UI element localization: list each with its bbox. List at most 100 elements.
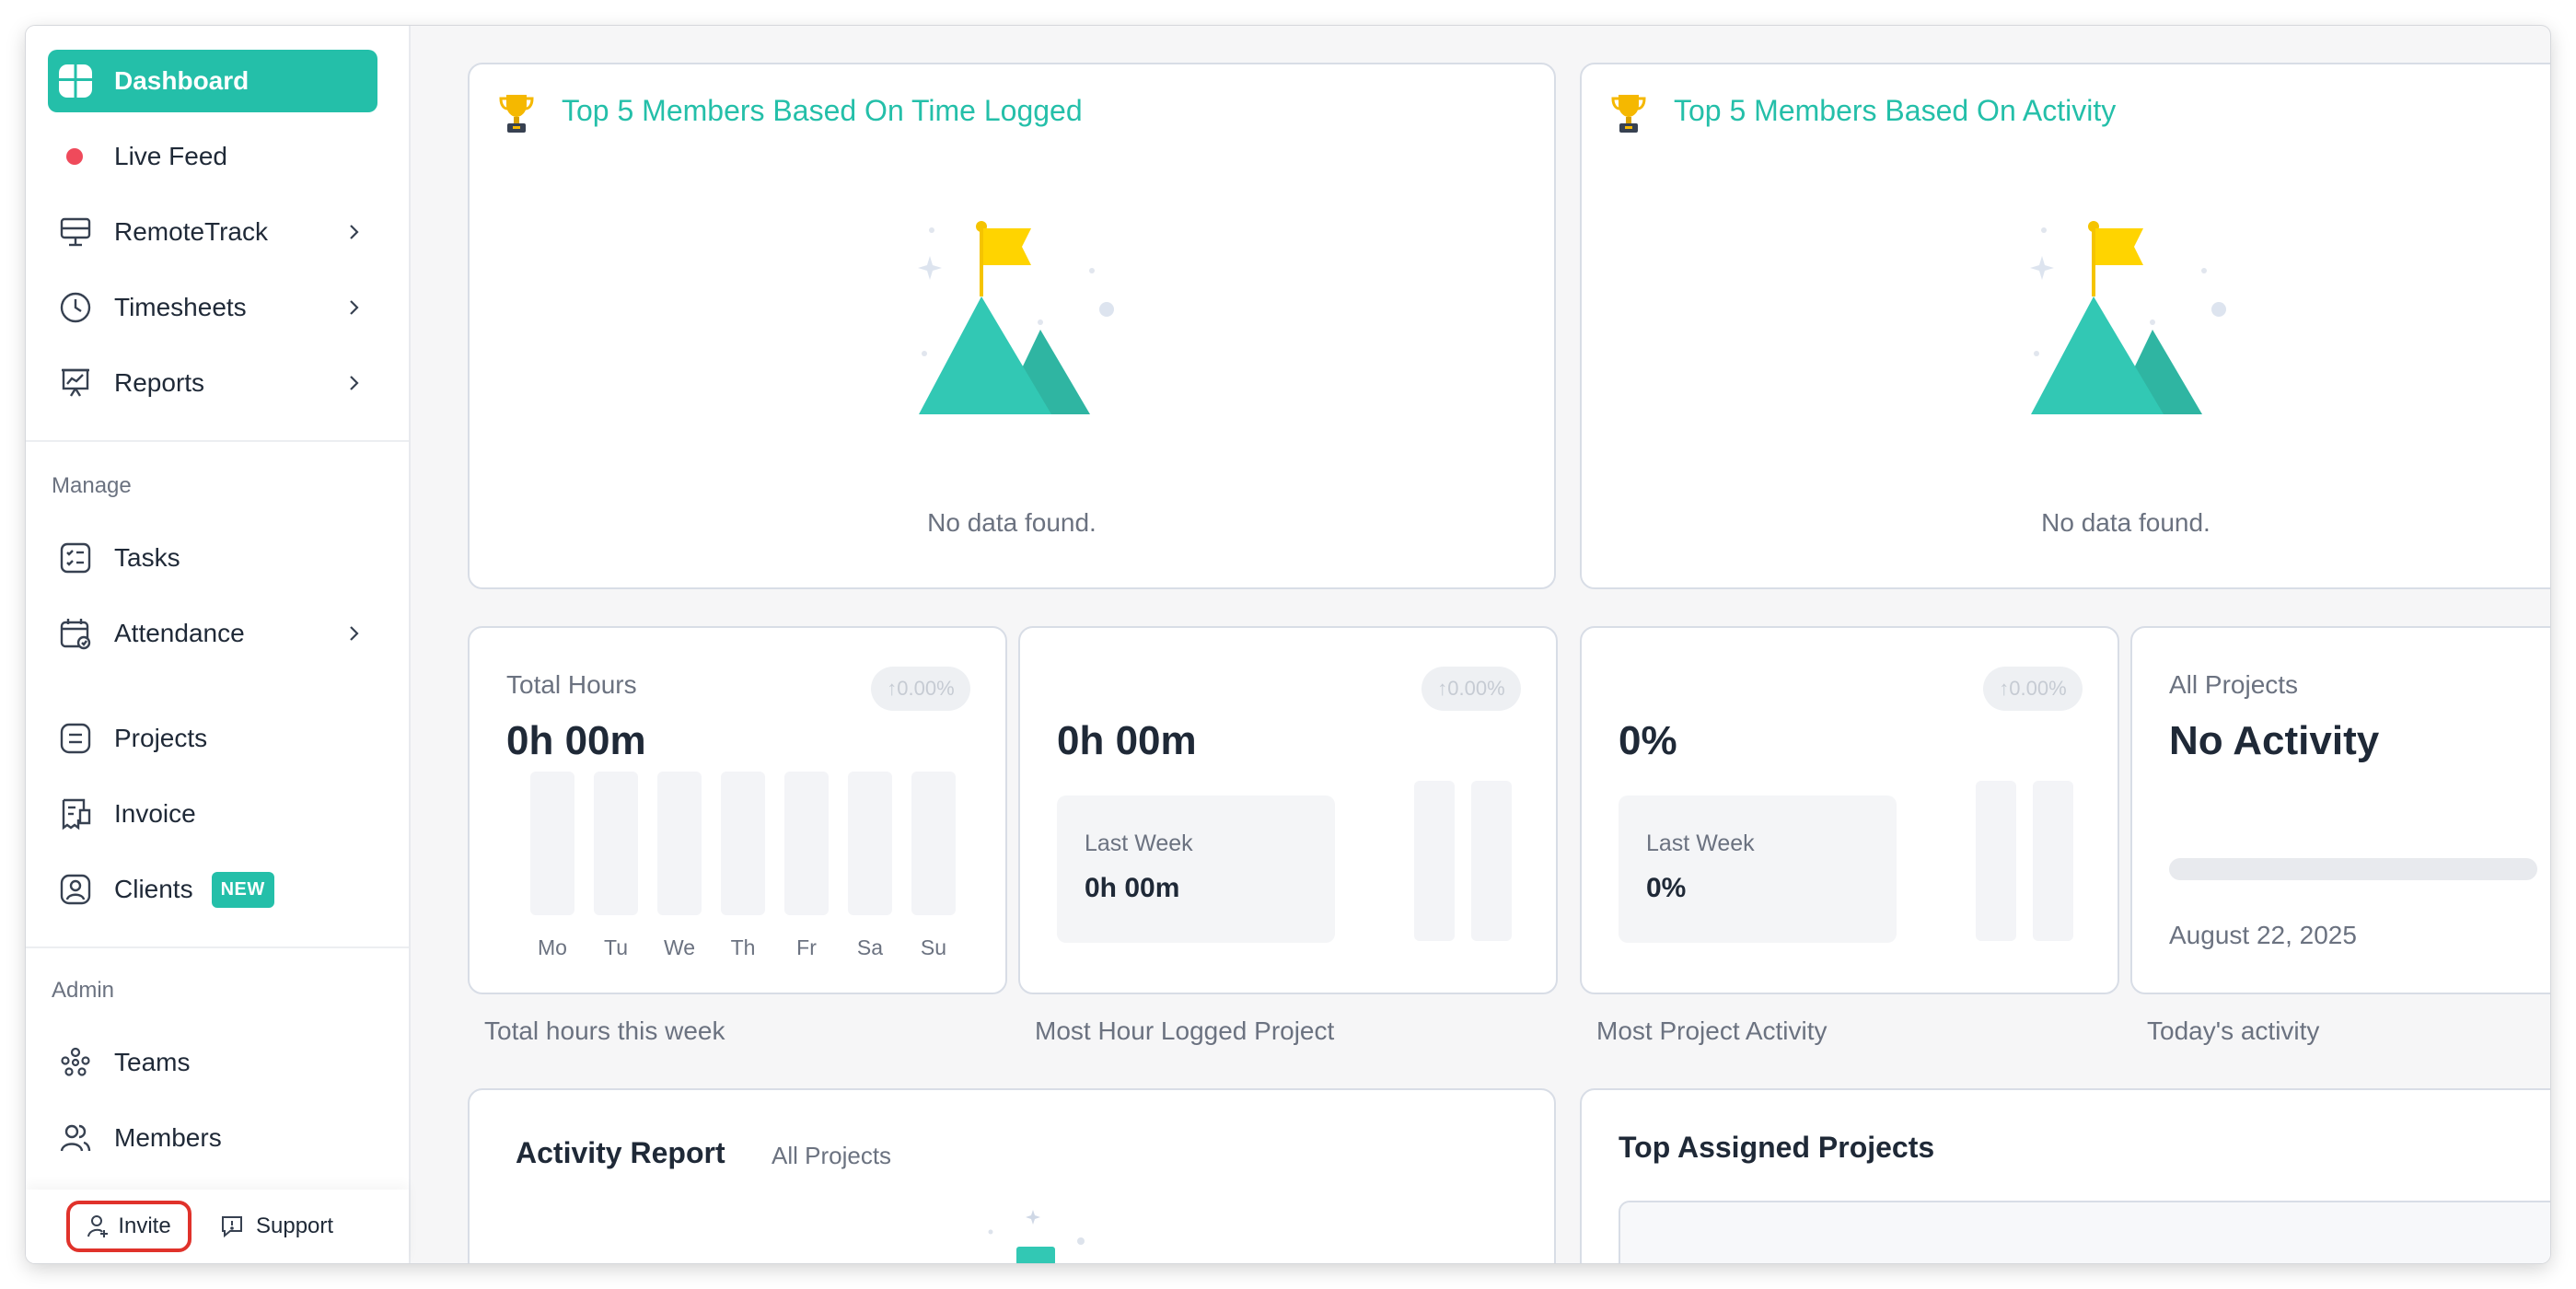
chevron-right-icon — [350, 225, 359, 239]
trend-badge: ↑0.00% — [871, 667, 970, 711]
stat-value: 0h 00m — [1057, 718, 1197, 763]
trend-badge: ↑0.00% — [1983, 667, 2083, 711]
admin-section-label: Admin — [52, 978, 115, 1003]
trophy-icon — [1611, 95, 1646, 133]
nav-attendance-label: Attendance — [114, 619, 245, 647]
nav-timesheets[interactable]: Timesheets — [48, 276, 377, 339]
day-label: Fr — [796, 935, 817, 959]
compare-bar — [1414, 781, 1455, 941]
chevron-right-icon — [350, 300, 359, 315]
nav-invoice-label: Invoice — [114, 799, 196, 828]
activity-date: August 22, 2025 — [2169, 921, 2357, 949]
support-button[interactable]: Support — [219, 1201, 333, 1252]
day-bar — [594, 772, 638, 915]
nav-live-feed-label: Live Feed — [114, 142, 227, 170]
day-bar — [848, 772, 892, 915]
empty-state-mountain-icon — [918, 221, 1114, 414]
card-title: Top 5 Members Based On Activity — [1674, 94, 2117, 127]
day-bar — [721, 772, 765, 915]
nav-reports-label: Reports — [114, 368, 205, 397]
top-members-time-card: Top 5 Members Based On Time Logged No da… — [468, 63, 1556, 589]
nav-projects-label: Projects — [114, 724, 208, 752]
no-data-text: No data found. — [927, 508, 1097, 537]
stat-caption: Most Project Activity — [1596, 1016, 1828, 1045]
compare-bar — [2033, 781, 2073, 941]
day-label: Mo — [538, 935, 567, 959]
client-icon — [57, 871, 94, 908]
projects-icon — [57, 720, 94, 757]
last-week-label: Last Week — [1085, 830, 1193, 856]
nav-projects[interactable]: Projects — [48, 707, 377, 770]
last-week-box: Last Week 0% — [1619, 795, 1897, 943]
stat-label: Total Hours — [506, 670, 637, 699]
last-week-value: 0% — [1646, 873, 1687, 903]
sidebar: Dashboard Live Feed RemoteTrack Timeshee… — [26, 26, 411, 1263]
day-bar — [784, 772, 829, 915]
support-label: Support — [256, 1214, 334, 1238]
chevron-right-icon — [350, 626, 359, 641]
nav-dashboard[interactable]: Dashboard — [48, 50, 377, 112]
projects-table-placeholder — [1619, 1201, 2550, 1263]
activity-report-title: Activity Report — [516, 1136, 725, 1169]
stat-caption: Today's activity — [2147, 1016, 2320, 1045]
stat-value: 0h 00m — [506, 718, 646, 763]
top-assigned-projects-card: Top Assigned Projects — [1580, 1088, 2550, 1263]
nav-clients[interactable]: Clients NEW — [48, 858, 377, 921]
nav-members-label: Members — [114, 1123, 222, 1152]
members-icon — [57, 1120, 94, 1156]
invoice-icon — [57, 795, 94, 832]
activity-progress-bar — [2169, 858, 2537, 880]
stat-value: No Activity — [2169, 718, 2380, 763]
trophy-icon — [499, 95, 534, 133]
day-label: We — [663, 935, 696, 959]
todays-activity-card: All Projects No Activity August 22, 2025 — [2130, 626, 2550, 994]
invite-button[interactable]: Invite — [66, 1201, 191, 1252]
monitor-icon — [57, 214, 94, 250]
checklist-icon — [57, 540, 94, 576]
compare-bar — [1471, 781, 1512, 941]
invite-label: Invite — [118, 1214, 171, 1238]
most-activity-card: ↑0.00% 0% Last Week 0% — [1580, 626, 2119, 994]
chevron-right-icon — [350, 376, 359, 390]
card-title: Top 5 Members Based On Time Logged — [562, 94, 1083, 127]
nav-invoice[interactable]: Invoice — [48, 783, 377, 845]
last-week-box: Last Week 0h 00m — [1057, 795, 1335, 943]
day-label: Sa — [856, 935, 884, 959]
empty-state-mountain-icon — [2030, 221, 2226, 414]
clock-icon — [57, 289, 94, 326]
nav-clients-label: Clients — [114, 875, 193, 903]
stat-value: 0% — [1619, 718, 1677, 763]
last-week-value: 0h 00m — [1085, 873, 1180, 903]
nav-remotetrack[interactable]: RemoteTrack — [48, 201, 377, 263]
presentation-chart-icon — [57, 365, 94, 401]
sidebar-footer: Invite Support — [26, 1190, 409, 1263]
top-assigned-title: Top Assigned Projects — [1619, 1131, 1935, 1164]
day-label: Th — [730, 935, 756, 959]
support-chat-icon — [222, 1216, 242, 1238]
sidebar-divider — [26, 440, 409, 442]
nav-attendance[interactable]: Attendance — [48, 602, 377, 665]
live-dot-icon — [66, 148, 83, 165]
nav-teams[interactable]: Teams — [48, 1031, 377, 1094]
trend-badge: ↑0.00% — [1421, 667, 1521, 711]
activity-report-card: Activity Report All Projects — [468, 1088, 1556, 1263]
no-data-text: No data found. — [2041, 508, 2210, 537]
manage-section-label: Manage — [52, 473, 132, 498]
day-label: Su — [920, 935, 947, 959]
day-label: Tu — [604, 935, 628, 959]
nav-teams-label: Teams — [114, 1048, 191, 1076]
nav-members[interactable]: Members — [48, 1107, 377, 1169]
nav-remotetrack-label: RemoteTrack — [114, 217, 269, 246]
new-badge: NEW — [211, 871, 274, 908]
nav-reports[interactable]: Reports — [48, 352, 377, 414]
dashboard-icon — [57, 63, 94, 99]
last-week-label: Last Week — [1646, 830, 1755, 856]
day-bar — [530, 772, 574, 915]
activity-report-filter[interactable]: All Projects — [772, 1142, 891, 1170]
app-window: Dashboard Live Feed RemoteTrack Timeshee… — [26, 26, 2550, 1263]
compare-bar — [1976, 781, 2016, 941]
stat-label: All Projects — [2169, 670, 2299, 699]
nav-live-feed[interactable]: Live Feed — [48, 125, 377, 188]
empty-state-illustration-icon — [988, 1210, 1085, 1263]
nav-tasks[interactable]: Tasks — [48, 527, 377, 589]
